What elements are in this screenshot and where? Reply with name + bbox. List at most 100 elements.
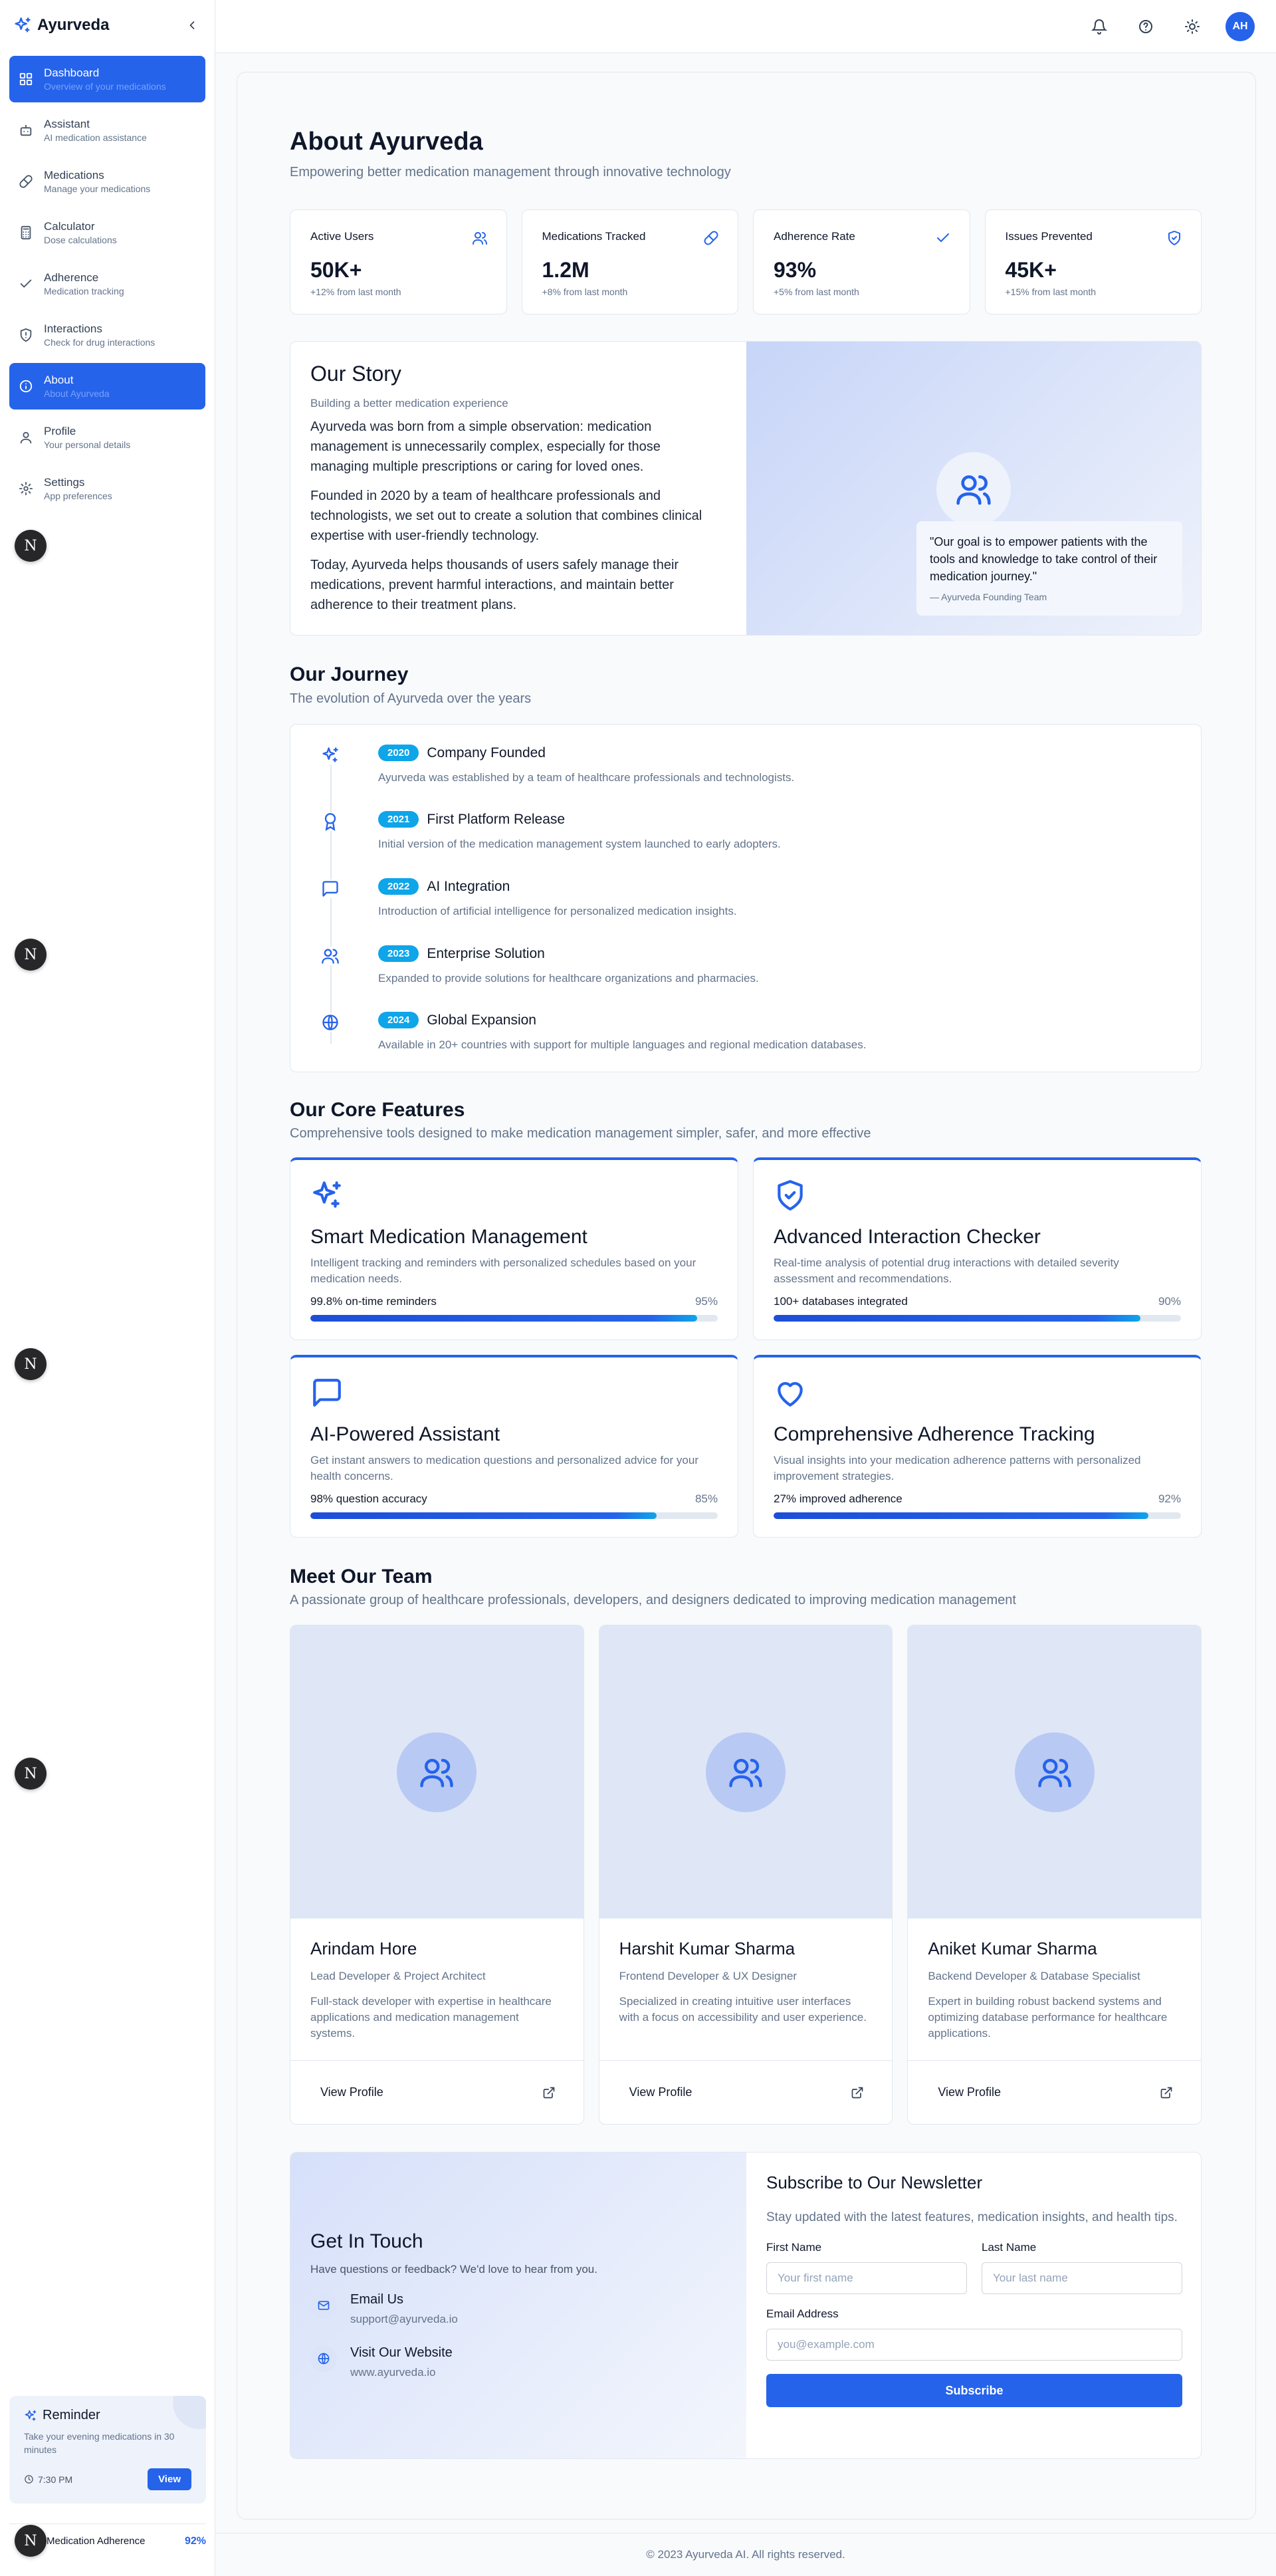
external-link-icon bbox=[851, 2086, 864, 2099]
view-profile-button[interactable]: View Profile bbox=[290, 2060, 584, 2124]
brand: Ayurveda bbox=[0, 0, 215, 51]
sidebar-item-medications[interactable]: Medications Manage your medications bbox=[9, 158, 205, 205]
stat-change: +8% from last month bbox=[542, 287, 628, 297]
member-name: Aniket Kumar Sharma bbox=[928, 1938, 1097, 1958]
features-subtitle: Comprehensive tools designed to make med… bbox=[290, 1126, 871, 1141]
collapse-sidebar-button[interactable] bbox=[183, 16, 201, 35]
story-paragraph: Founded in 2020 by a team of healthcare … bbox=[310, 489, 702, 543]
view-profile-label: View Profile bbox=[629, 2085, 692, 2099]
grid-icon bbox=[19, 72, 33, 86]
help-icon[interactable] bbox=[1138, 19, 1154, 35]
feature-percent: 90% bbox=[1158, 1295, 1181, 1308]
external-link-icon bbox=[1160, 2086, 1173, 2099]
footer: © 2023 Ayurveda AI. All rights reserved. bbox=[215, 2533, 1276, 2576]
view-profile-button[interactable]: View Profile bbox=[908, 2060, 1202, 2124]
reminder-text: Take your evening medications in 30 minu… bbox=[24, 2431, 175, 2455]
member-photo bbox=[290, 1625, 584, 1919]
sidebar-item-assistant[interactable]: Assistant AI medication assistance bbox=[9, 107, 205, 154]
contact-email-value: support@ayurveda.io bbox=[350, 2313, 458, 2325]
shield-check-icon bbox=[774, 1179, 807, 1212]
sidebar-item-about[interactable]: About About Ayurveda bbox=[9, 363, 205, 410]
member-role: Backend Developer & Database Specialist bbox=[928, 1970, 1140, 1982]
contact-web-label: Visit Our Website bbox=[350, 2345, 453, 2360]
stat-card: Active Users 50K+ +12% from last month bbox=[290, 209, 507, 314]
n-badge[interactable]: N bbox=[15, 1348, 47, 1380]
feature-metric: 98% question accuracy bbox=[310, 1492, 427, 1505]
email-field[interactable] bbox=[766, 2329, 1182, 2361]
contact-email[interactable]: Email Us support@ayurveda.io bbox=[310, 2292, 458, 2326]
journey-timeline: 2020 Company Founded Ayurveda was establi… bbox=[290, 724, 1202, 1072]
member-bio: Specialized in creating intuitive user i… bbox=[619, 1995, 867, 2024]
stat-change: +12% from last month bbox=[310, 287, 401, 297]
sidebar-item-label: Adherence bbox=[44, 271, 99, 284]
check-icon bbox=[19, 277, 33, 291]
feature-percent: 92% bbox=[1158, 1492, 1181, 1505]
avatar[interactable]: AH bbox=[1225, 12, 1255, 41]
view-profile-button[interactable]: View Profile bbox=[599, 2060, 893, 2124]
sun-icon[interactable] bbox=[1184, 19, 1200, 35]
year-badge: 2020 bbox=[378, 745, 419, 761]
feature-desc: Get instant answers to medication questi… bbox=[310, 1454, 698, 1482]
calculator-icon bbox=[19, 225, 33, 240]
contact-website[interactable]: Visit Our Website www.ayurveda.io bbox=[310, 2345, 453, 2379]
email-label: Email Address bbox=[766, 2307, 839, 2320]
bell-icon[interactable] bbox=[1091, 19, 1107, 35]
sidebar-item-interactions[interactable]: Interactions Check for drug interactions bbox=[9, 312, 205, 358]
last-name-label: Last Name bbox=[982, 2241, 1037, 2254]
users-icon bbox=[1037, 1754, 1073, 1790]
n-badge[interactable]: N bbox=[15, 1758, 47, 1790]
n-badge[interactable]: N bbox=[15, 939, 47, 971]
sidebar-item-sub: Check for drug interactions bbox=[44, 337, 156, 348]
team-member-card: Harshit Kumar Sharma Frontend Developer … bbox=[598, 1625, 893, 2125]
sidebar-item-adherence[interactable]: Adherence Medication tracking bbox=[9, 261, 205, 307]
feature-metric: 100+ databases integrated bbox=[774, 1295, 908, 1308]
sidebar-item-sub: App preferences bbox=[44, 491, 112, 501]
sidebar-item-label: About bbox=[44, 374, 74, 386]
sidebar-item-settings[interactable]: Settings App preferences bbox=[9, 465, 205, 512]
sidebar-item-label: Dashboard bbox=[44, 66, 100, 79]
timeline-desc: Initial version of the medication manage… bbox=[378, 838, 781, 850]
email-group: Email Address bbox=[766, 2307, 1182, 2361]
name-row: First Name Last Name bbox=[766, 2241, 1182, 2294]
progress-track bbox=[774, 1512, 1181, 1519]
feature-title: Comprehensive Adherence Tracking bbox=[774, 1423, 1095, 1445]
contact-web-badge bbox=[310, 2345, 337, 2372]
stat-label: Issues Prevented bbox=[1005, 230, 1093, 243]
message-icon bbox=[310, 1376, 344, 1409]
sparkles-icon bbox=[24, 2409, 37, 2422]
sidebar-item-label: Interactions bbox=[44, 322, 102, 335]
quote-author: — Ayurveda Founding Team bbox=[930, 592, 1047, 602]
first-name-field[interactable] bbox=[766, 2262, 967, 2294]
timeline-head: 2022 AI Integration bbox=[378, 878, 510, 895]
story-title: Our Story bbox=[310, 362, 401, 386]
contact-web-value: www.ayurveda.io bbox=[350, 2366, 436, 2379]
n-badge[interactable]: N bbox=[15, 530, 47, 562]
reminder-row: 7:30 PM View bbox=[24, 2468, 191, 2490]
stat-card: Issues Prevented 45K+ +15% from last mon… bbox=[984, 209, 1202, 314]
stat-label: Active Users bbox=[310, 230, 374, 243]
newsletter-title: Subscribe to Our Newsletter bbox=[766, 2172, 983, 2192]
sidebar-item-dashboard[interactable]: Dashboard Overview of your medications bbox=[9, 56, 205, 102]
reminder-title-text: Reminder bbox=[43, 2408, 100, 2422]
timeline-head: 2024 Global Expansion bbox=[378, 1012, 536, 1028]
features-title: Our Core Features bbox=[290, 1099, 465, 1121]
member-bio: Expert in building robust backend system… bbox=[928, 1995, 1168, 2040]
story-subtitle: Building a better medication experience bbox=[310, 397, 508, 410]
reminder-view-button[interactable]: View bbox=[148, 2468, 191, 2490]
sparkles-logo-icon bbox=[13, 16, 32, 35]
member-role: Lead Developer & Project Architect bbox=[310, 1970, 486, 1982]
reminder-time: 7:30 PM bbox=[38, 2474, 73, 2485]
newsletter-subtitle: Stay updated with the latest features, m… bbox=[766, 2210, 1178, 2224]
member-avatar bbox=[1014, 1732, 1095, 1812]
feature-title: Smart Medication Management bbox=[310, 1226, 587, 1248]
member-avatar bbox=[706, 1732, 786, 1812]
subscribe-button[interactable]: Subscribe bbox=[766, 2374, 1182, 2407]
last-name-field[interactable] bbox=[982, 2262, 1182, 2294]
sidebar-item-profile[interactable]: Profile Your personal details bbox=[9, 414, 205, 461]
last-name-group: Last Name bbox=[982, 2241, 1182, 2294]
sidebar-nav: Dashboard Overview of your medications As… bbox=[0, 51, 215, 522]
sidebar-item-calculator[interactable]: Calculator Dose calculations bbox=[9, 209, 205, 256]
team-member-card: Arindam Hore Lead Developer & Project Ar… bbox=[290, 1625, 584, 2125]
contact-subtitle: Have questions or feedback? We'd love to… bbox=[310, 2263, 597, 2276]
award-icon bbox=[321, 812, 340, 831]
